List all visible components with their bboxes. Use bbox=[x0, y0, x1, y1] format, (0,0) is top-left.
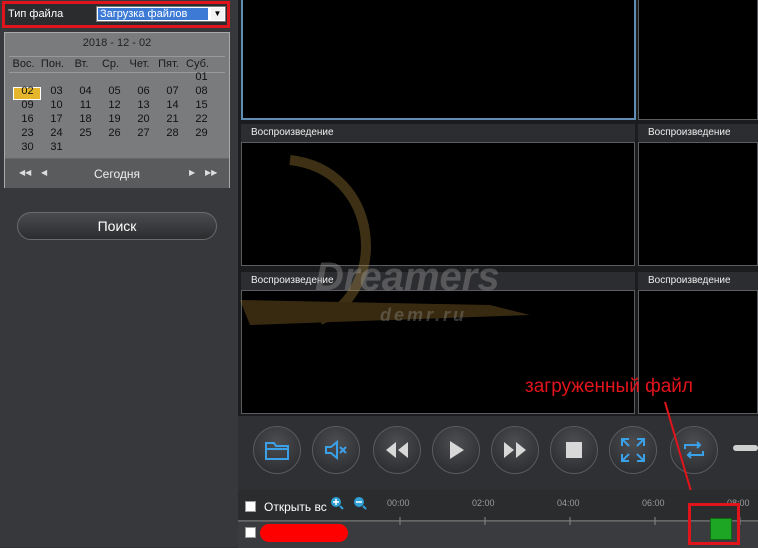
file-type-select[interactable]: Загрузка файлов ▼ bbox=[96, 6, 226, 22]
calendar-footer: ◀◀ ◀ Сегодня ▶ ▶▶ bbox=[5, 158, 229, 188]
timeline-tick: 00:00 bbox=[387, 498, 410, 508]
next-month-icon[interactable]: ▶ bbox=[189, 168, 195, 177]
zoom-in-icon[interactable] bbox=[330, 496, 344, 510]
calendar: 2018 - 12 - 02 Вос. Пон. Вт. Ср. Чет. Пя… bbox=[4, 32, 230, 188]
calendar-day[interactable]: 12 bbox=[100, 99, 129, 112]
calendar-day[interactable]: 10 bbox=[42, 99, 71, 112]
mute-icon bbox=[325, 439, 347, 461]
weekday-label: Пят. bbox=[158, 58, 179, 70]
video-pane[interactable] bbox=[638, 142, 758, 266]
weekday-label: Чет. bbox=[129, 58, 150, 70]
calendar-day[interactable]: 30 bbox=[13, 141, 42, 154]
mute-button[interactable] bbox=[312, 426, 360, 474]
fullscreen-button[interactable] bbox=[609, 426, 657, 474]
pane-title: Воспроизведение bbox=[638, 272, 758, 290]
pane-title: Воспроизведение bbox=[241, 124, 635, 142]
calendar-day[interactable]: 16 bbox=[13, 113, 42, 126]
calendar-day[interactable]: 29 bbox=[187, 127, 216, 140]
video-pane-active[interactable] bbox=[241, 0, 636, 120]
calendar-day[interactable]: 26 bbox=[100, 127, 129, 140]
watermark-text: Dreamers bbox=[315, 255, 500, 299]
channel-checkbox[interactable] bbox=[245, 527, 256, 538]
timeline-tick: 02:00 bbox=[472, 498, 495, 508]
play-icon bbox=[450, 441, 464, 459]
weekday-label: Ср. bbox=[101, 58, 120, 70]
chevron-down-icon[interactable]: ▼ bbox=[211, 8, 224, 20]
calendar-day[interactable]: 03 bbox=[42, 85, 71, 98]
calendar-day[interactable]: 11 bbox=[71, 99, 100, 112]
stop-button[interactable] bbox=[550, 426, 598, 474]
calendar-day[interactable]: 21 bbox=[158, 113, 187, 126]
calendar-day[interactable]: 06 bbox=[129, 85, 158, 98]
calendar-day[interactable]: 25 bbox=[71, 127, 100, 140]
calendar-title: 2018 - 12 - 02 bbox=[82, 37, 152, 49]
open-all-checkbox[interactable] bbox=[245, 501, 256, 512]
calendar-day[interactable]: 05 bbox=[100, 85, 129, 98]
stop-icon bbox=[566, 442, 582, 458]
weekday-label: Вт. bbox=[74, 58, 89, 70]
video-pane[interactable] bbox=[638, 0, 758, 120]
redacted-channel-name bbox=[260, 524, 348, 542]
open-folder-button[interactable] bbox=[253, 426, 301, 474]
open-all-label: Открыть вс bbox=[264, 500, 327, 514]
last-month-icon[interactable]: ▶▶ bbox=[205, 168, 217, 177]
watermark-subtext: demr.ru bbox=[380, 305, 468, 325]
calendar-day[interactable]: 22 bbox=[187, 113, 216, 126]
recorded-file-segment[interactable] bbox=[710, 518, 732, 540]
calendar-day[interactable]: 27 bbox=[129, 127, 158, 140]
play-button[interactable] bbox=[432, 426, 480, 474]
watermark-logo bbox=[240, 155, 530, 325]
calendar-day[interactable]: 18 bbox=[71, 113, 100, 126]
calendar-day[interactable]: 24 bbox=[42, 127, 71, 140]
calendar-day[interactable]: 31 bbox=[42, 141, 71, 154]
calendar-day[interactable]: 23 bbox=[13, 127, 42, 140]
calendar-day[interactable]: 19 bbox=[100, 113, 129, 126]
timeline-tick: 04:00 bbox=[557, 498, 580, 508]
calendar-day[interactable]: 08 bbox=[187, 85, 216, 98]
calendar-day[interactable]: 17 bbox=[42, 113, 71, 126]
calendar-day-selected[interactable]: 02 bbox=[13, 85, 42, 98]
calendar-day[interactable]: 01 bbox=[187, 71, 216, 84]
fullscreen-icon bbox=[621, 438, 645, 462]
rewind-button[interactable] bbox=[373, 426, 421, 474]
search-button[interactable]: Поиск bbox=[17, 212, 217, 240]
zoom-out-icon[interactable] bbox=[353, 496, 367, 510]
today-button[interactable]: Сегодня bbox=[5, 167, 229, 181]
folder-icon bbox=[265, 442, 289, 460]
fast-forward-button[interactable] bbox=[491, 426, 539, 474]
calendar-day[interactable]: 20 bbox=[129, 113, 158, 126]
calendar-day[interactable]: 28 bbox=[158, 127, 187, 140]
calendar-day[interactable]: 04 bbox=[71, 85, 100, 98]
file-type-label: Тип файла bbox=[8, 8, 64, 20]
calendar-day[interactable]: 07 bbox=[158, 85, 187, 98]
fast-forward-icon bbox=[504, 442, 526, 458]
weekday-label: Суб. bbox=[186, 58, 209, 70]
calendar-day[interactable]: 15 bbox=[187, 99, 216, 112]
weekday-label: Пон. bbox=[40, 58, 65, 70]
rewind-icon bbox=[386, 442, 408, 458]
timeline-tick: 06:00 bbox=[642, 498, 665, 508]
annotation-text: загруженный файл bbox=[525, 376, 693, 397]
weekday-label: Вос. bbox=[12, 58, 35, 70]
file-type-value: Загрузка файлов bbox=[98, 8, 208, 20]
calendar-day[interactable]: 13 bbox=[129, 99, 158, 112]
calendar-day[interactable]: 09 bbox=[13, 99, 42, 112]
calendar-day[interactable]: 14 bbox=[158, 99, 187, 112]
pane-title: Воспроизведение bbox=[638, 124, 758, 142]
